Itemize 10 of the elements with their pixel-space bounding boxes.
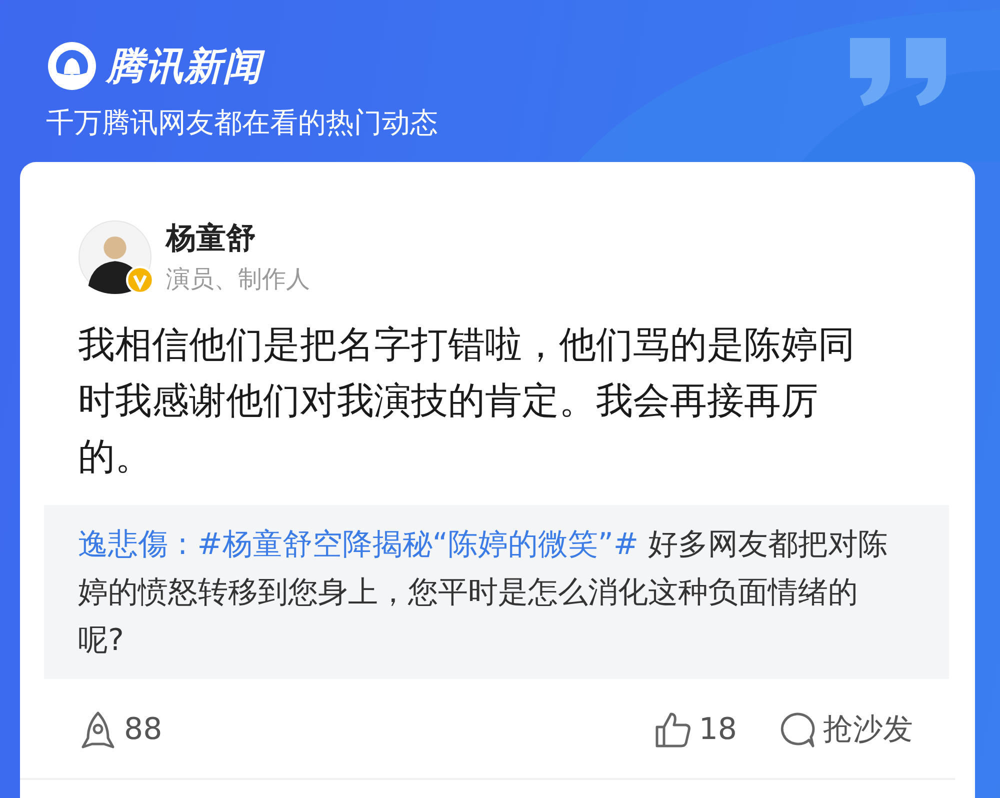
quoted-comment: 逸悲傷 : #杨童舒空降揭秘“陈婷的微笑”# 好多网友都把对陈婷的愤怒转移到您身上，您平时是怎么消化这种负面情绪的呢? xyxy=(78,526,890,660)
hashtag-link[interactable]: #杨童舒空降揭秘“陈婷的微笑”# xyxy=(197,527,639,562)
tagline: 千万腾讯网友都在看的热门动态 xyxy=(46,105,439,141)
author-name: 杨童舒 xyxy=(166,220,257,258)
comment-link[interactable]: 抢沙发 xyxy=(823,709,913,750)
share-count: 88 xyxy=(124,712,162,747)
author-title: 演员、制作人 xyxy=(166,264,310,295)
post-text: 我相信他们是把名字打错啦，他们骂的是陈婷同时我感谢他们对我演技的肯定。我会再接再厉的。 xyxy=(78,322,856,480)
logo-icon xyxy=(46,40,98,92)
like-count: 18 xyxy=(698,712,737,747)
